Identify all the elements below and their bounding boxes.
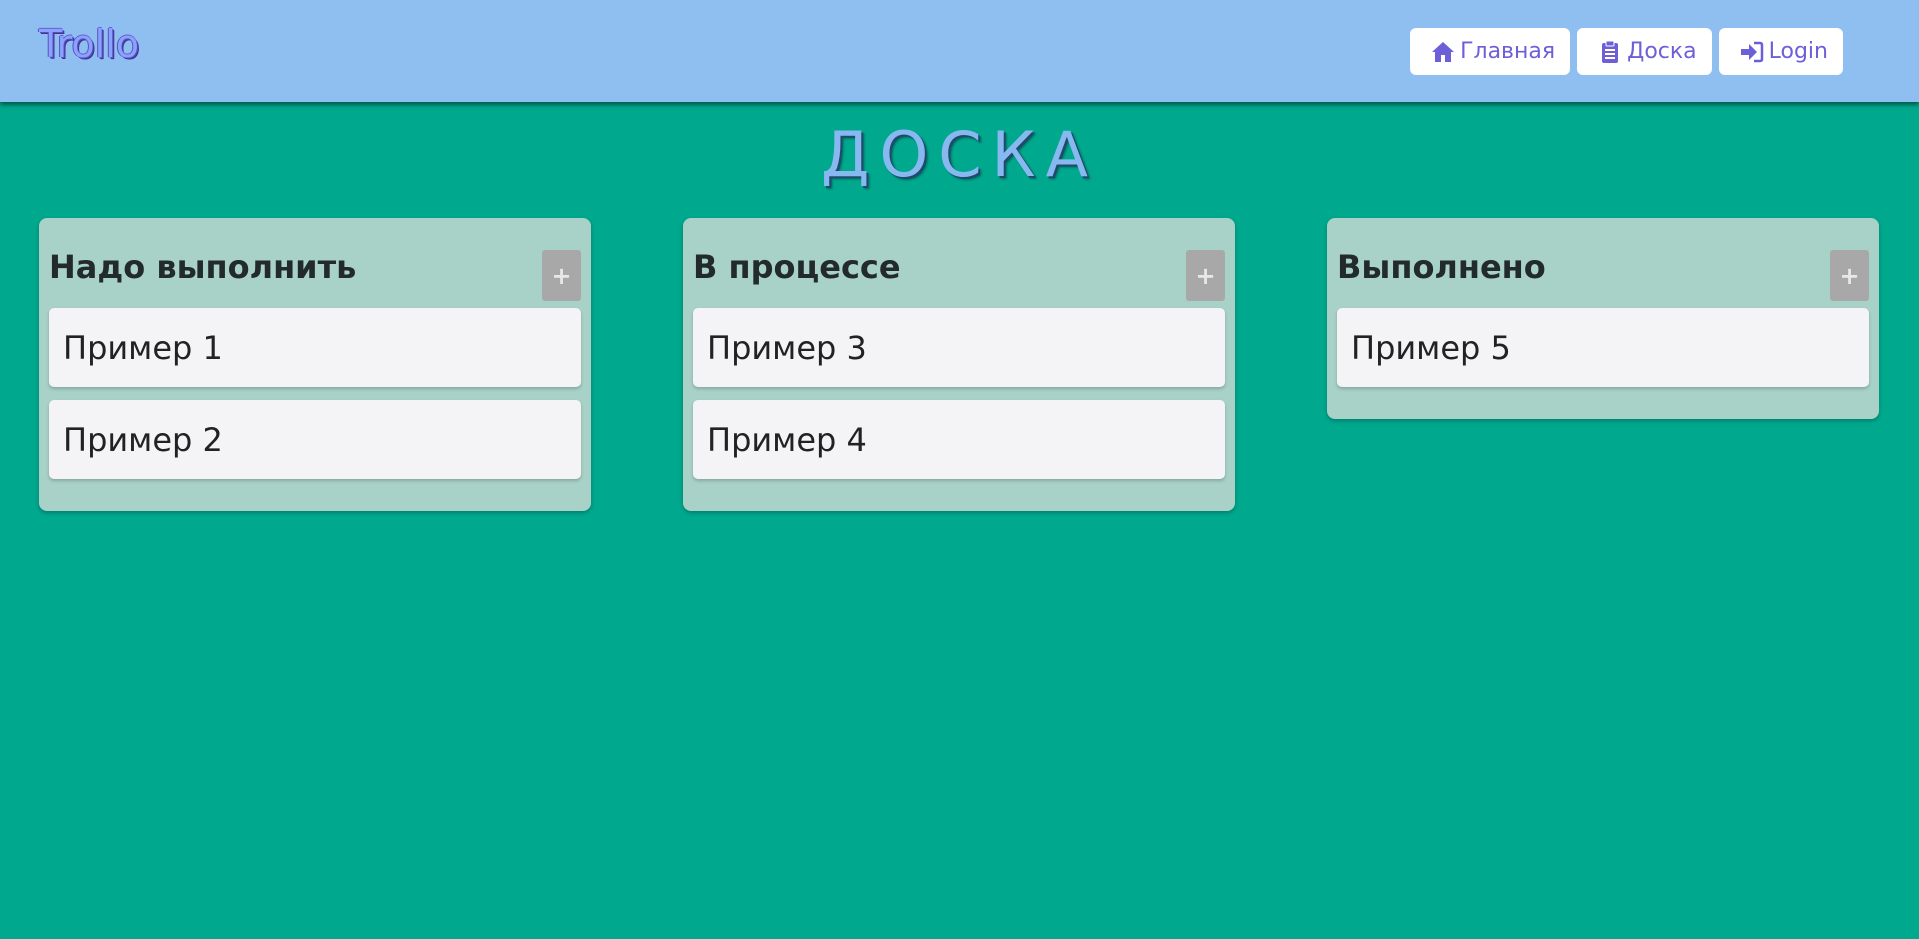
- add-card-button[interactable]: +: [542, 250, 581, 301]
- task-card[interactable]: Пример 2: [49, 400, 581, 479]
- brand-logo[interactable]: Trollo: [39, 22, 139, 66]
- task-card[interactable]: Пример 4: [693, 400, 1225, 479]
- nav-login-button[interactable]: Login: [1718, 28, 1843, 75]
- column-todo: Надо выполнить + Пример 1 Пример 2: [39, 218, 591, 511]
- home-icon: [1430, 40, 1456, 64]
- nav-login-label: Login: [1768, 39, 1828, 64]
- column-done: Выполнено + Пример 5: [1327, 218, 1879, 419]
- clipboard-icon: [1597, 40, 1623, 64]
- nav-home-button[interactable]: Главная: [1410, 28, 1571, 75]
- top-navbar: Trollo Главная Доска Login: [0, 0, 1919, 102]
- task-card[interactable]: Пример 1: [49, 308, 581, 387]
- column-title: Выполнено: [1337, 248, 1546, 286]
- nav-board-label: Доска: [1627, 39, 1697, 64]
- column-title: В процессе: [693, 248, 901, 286]
- board-title: ДОСКА: [821, 118, 1098, 191]
- column-header: Надо выполнить +: [49, 228, 581, 308]
- column-title: Надо выполнить: [49, 248, 357, 286]
- nav-board-button[interactable]: Доска: [1577, 28, 1712, 75]
- task-card[interactable]: Пример 3: [693, 308, 1225, 387]
- column-header: Выполнено +: [1337, 228, 1869, 308]
- login-icon: [1739, 40, 1765, 64]
- column-header: В процессе +: [693, 228, 1225, 308]
- column-in-progress: В процессе + Пример 3 Пример 4: [683, 218, 1235, 511]
- task-card[interactable]: Пример 5: [1337, 308, 1869, 387]
- add-card-button[interactable]: +: [1186, 250, 1225, 301]
- nav-home-label: Главная: [1460, 39, 1556, 64]
- nav-buttons: Главная Доска Login: [1410, 28, 1843, 75]
- add-card-button[interactable]: +: [1830, 250, 1869, 301]
